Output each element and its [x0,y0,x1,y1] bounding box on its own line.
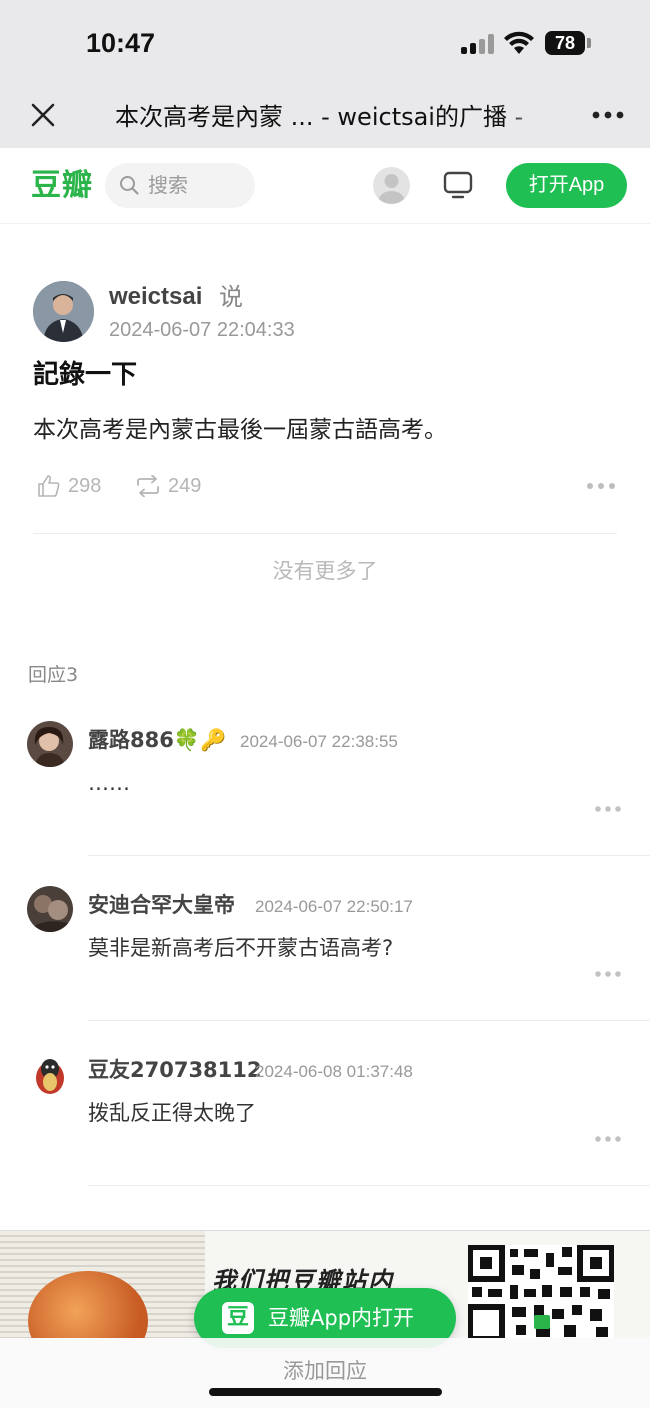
reply-timestamp: 2024-06-08 01:37:48 [255,1062,413,1081]
battery-indicator: 78 [545,31,585,55]
post-body: 本次高考是內蒙古最後一屆蒙古語高考。 [33,417,447,443]
reply-avatar[interactable] [27,721,73,767]
replies-heading: 回应3 [28,664,79,686]
search-input[interactable]: 搜索 [105,163,255,208]
reply-timestamp: 2024-06-07 22:50:17 [255,897,413,916]
post-timestamp: 2024-06-07 22:04:33 [109,319,295,341]
reply-author-name[interactable]: 安迪合罕大皇帝 [88,890,235,920]
cellular-signal-icon [461,34,495,54]
douban-app-icon: 豆 [222,1302,254,1334]
like-count: 298 [68,475,102,497]
browser-nav-bar: 本次高考是內蒙 ... - weictsai的广播 - [0,88,650,148]
wifi-icon [504,31,534,54]
post-author-name[interactable]: weictsai [109,281,202,313]
reply-divider [88,855,650,856]
search-placeholder: 搜索 [148,173,188,197]
reply-text: …… [88,771,130,795]
douban-header: 豆瓣 搜索 打开App [0,148,650,224]
open-app-button[interactable]: 打开App [506,163,627,208]
reply-avatar[interactable] [27,1051,73,1097]
reply-item: 豆友270738112 2024-06-08 01:37:48 拨乱反正得太晚了 [0,1051,650,1216]
reply-author-name[interactable]: 露路886🍀🔑 [88,725,226,755]
reply-timestamp: 2024-06-07 22:38:55 [240,732,398,751]
qr-code-icon [468,1245,614,1338]
status-time: 10:47 [86,28,156,58]
reply-item: 露路886🍀🔑 2024-06-07 22:38:55 …… [0,721,650,886]
close-icon[interactable] [28,100,58,130]
more-options-icon[interactable] [591,110,625,120]
like-icon[interactable] [37,474,61,498]
post-says-label: 说 [219,283,243,311]
reply-avatar[interactable] [27,886,73,932]
reply-divider [88,1020,650,1021]
author-avatar[interactable] [33,281,94,342]
reshare-icon[interactable] [134,475,162,497]
reply-divider [88,1185,650,1186]
user-avatar-icon[interactable] [373,167,410,204]
post-more-icon[interactable] [586,482,616,490]
reply-author-name[interactable]: 豆友270738112 [88,1055,262,1085]
bottom-reply-bar: 添加回应 [0,1338,650,1408]
reply-more-icon[interactable] [594,805,622,813]
battery-tip [587,38,591,48]
no-more-label: 没有更多了 [272,559,378,583]
monitor-icon[interactable] [442,169,474,201]
reshare-count: 249 [168,475,202,497]
douban-logo[interactable]: 豆瓣 [31,166,93,206]
search-icon [120,176,139,195]
reply-more-icon[interactable] [594,970,622,978]
post-divider [33,533,617,534]
home-indicator[interactable] [209,1388,442,1396]
reply-text: 拨乱反正得太晚了 [88,1101,256,1125]
reply-item: 安迪合罕大皇帝 2024-06-07 22:50:17 莫非是新高考后不开蒙古语… [0,886,650,1051]
post-title: 記錄一下 [33,360,138,390]
add-reply-button[interactable]: 添加回应 [0,1356,650,1386]
status-bar: 10:47 78 [0,0,650,88]
reply-more-icon[interactable] [594,1135,622,1143]
reply-text: 莫非是新高考后不开蒙古语高考? [88,936,394,960]
browser-page-title: 本次高考是內蒙 ... - weictsai的广播 - [115,100,547,134]
